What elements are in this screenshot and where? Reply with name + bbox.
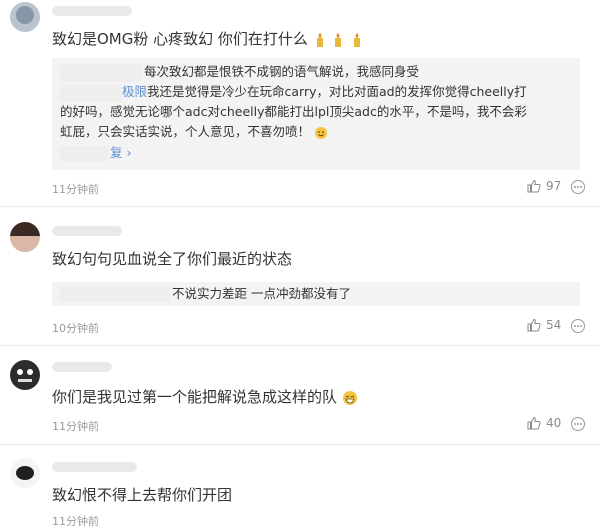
- comment-text: 致幻句句见血说全了你们最近的状态: [52, 250, 293, 268]
- reply-line: 不说实力差距 一点冲劲都没有了: [172, 286, 351, 301]
- timestamp: 10分钟前: [52, 322, 99, 335]
- reply-line-4-text: 虹屁，只会实话实说，个人意见，不喜勿喷！: [60, 124, 311, 139]
- like-count: 40: [546, 416, 562, 430]
- reply-username-blurred: [60, 286, 170, 302]
- reply-line-4: 虹屁，只会实话实说，个人意见，不喜勿喷！: [60, 122, 328, 142]
- reply-username[interactable]: 极限: [122, 84, 147, 99]
- timestamp: 11分钟前: [52, 420, 99, 433]
- candle-emoji: [335, 32, 342, 47]
- reply-line-2-text: 我还是觉得是冷少在玩命carry，对比对面ad的发挥你觉得cheelly打: [147, 84, 527, 99]
- candle-emoji: [316, 32, 323, 47]
- more-options-icon[interactable]: [570, 318, 586, 334]
- thumbs-up-icon: [527, 179, 541, 193]
- reply-username-blurred: [60, 84, 122, 102]
- comment-text: 你们是我见过第一个能把解说急成这样的队: [52, 386, 358, 407]
- more-options-icon[interactable]: [570, 179, 586, 195]
- comment-text-content: 你们是我见过第一个能把解说急成这样的队: [52, 388, 338, 406]
- reply-line-2: 极限我还是觉得是冷少在玩命carry，对比对面ad的发挥你觉得cheelly打: [122, 82, 527, 102]
- username-blurred[interactable]: [52, 6, 132, 16]
- username-blurred[interactable]: [52, 462, 137, 472]
- username-blurred[interactable]: [52, 226, 122, 236]
- candle-emoji: [354, 32, 361, 47]
- reply-line: 每次致幻都是恨铁不成钢的语气解说，我感同身受: [144, 64, 420, 79]
- avatar[interactable]: [10, 2, 40, 32]
- reply-more-blurred: [60, 146, 108, 162]
- divider: [0, 444, 600, 445]
- timestamp: 11分钟前: [52, 515, 99, 528]
- reply-box[interactable]: 不说实力差距 一点冲劲都没有了: [52, 282, 580, 306]
- comment-text-content: 致幻是OMG粉 心疼致幻 你们在打什么: [52, 30, 308, 48]
- more-replies-link[interactable]: 复 ›: [110, 143, 131, 163]
- like-count: 97: [546, 179, 562, 193]
- smile-emoji: [315, 126, 327, 139]
- grin-emoji: [342, 390, 357, 405]
- like-count: 54: [546, 318, 562, 332]
- like-button[interactable]: 97: [527, 179, 561, 193]
- more-options-icon[interactable]: [570, 416, 586, 432]
- timestamp: 11分钟前: [52, 183, 99, 196]
- avatar[interactable]: [10, 458, 40, 488]
- avatar[interactable]: [10, 360, 40, 390]
- divider: [0, 345, 600, 346]
- reply-username-blurred: [60, 64, 142, 82]
- avatar[interactable]: [10, 222, 40, 252]
- comment-text: 致幻恨不得上去帮你们开团: [52, 486, 233, 504]
- like-button[interactable]: 40: [527, 416, 561, 430]
- thumbs-up-icon: [527, 318, 541, 332]
- comment-text: 致幻是OMG粉 心疼致幻 你们在打什么: [52, 28, 364, 49]
- reply-box[interactable]: 每次致幻都是恨铁不成钢的语气解说，我感同身受 极限我还是觉得是冷少在玩命carr…: [52, 58, 580, 170]
- like-button[interactable]: 54: [527, 318, 561, 332]
- username-blurred[interactable]: [52, 362, 112, 372]
- reply-line: 的好吗，感觉无论哪个adc对cheelly都能打出lpl顶尖adc的水平，不是吗…: [60, 104, 527, 119]
- thumbs-up-icon: [527, 416, 541, 430]
- divider: [0, 206, 600, 207]
